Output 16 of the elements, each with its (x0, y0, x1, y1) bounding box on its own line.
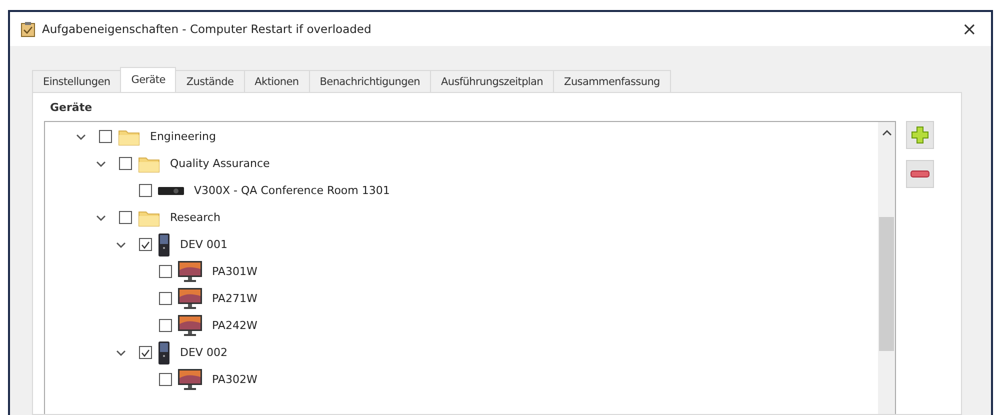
tree-item-label[interactable]: PA302W (212, 373, 258, 386)
tree-item-label[interactable]: PA242W (212, 319, 258, 332)
tab[interactable]: Einstellungen (32, 70, 122, 92)
tree-item-label[interactable]: V300X - QA Conference Room 1301 (194, 184, 390, 197)
tab[interactable]: Zusammenfassung (553, 70, 671, 92)
tree-item-label[interactable]: DEV 001 (180, 238, 228, 251)
tree-item-label[interactable]: PA271W (212, 292, 258, 305)
tree-item-label[interactable]: Research (170, 211, 220, 224)
window-title: Aufgabeneigenschaften - Computer Restart if overloaded (42, 22, 372, 36)
group-title: Geräte (50, 101, 94, 116)
tree-item-label[interactable]: PA301W (212, 265, 258, 278)
close-button[interactable]: × (956, 18, 983, 40)
tab[interactable]: Geräte (120, 67, 176, 92)
tree-item-label[interactable]: DEV 002 (180, 346, 228, 359)
tree-item-label[interactable]: Quality Assurance (170, 157, 270, 170)
tree-item-label[interactable]: Engineering (150, 130, 216, 143)
